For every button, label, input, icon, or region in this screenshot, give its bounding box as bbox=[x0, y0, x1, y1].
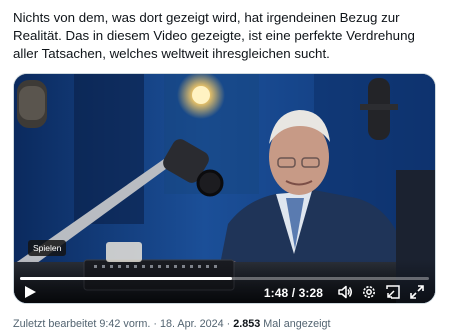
fullscreen-button[interactable] bbox=[409, 284, 425, 300]
settings-button[interactable] bbox=[361, 284, 377, 300]
volume-icon bbox=[338, 285, 352, 299]
play-icon bbox=[25, 286, 36, 298]
picture-in-picture-button[interactable] bbox=[385, 284, 401, 300]
video-player[interactable]: Spielen 1:48 / 3:28 bbox=[13, 73, 436, 304]
tweet-container: Nichts von dem, was dort gezeigt wird, h… bbox=[0, 0, 454, 333]
volume-button[interactable] bbox=[337, 284, 353, 300]
play-button[interactable] bbox=[23, 285, 37, 299]
picture-in-picture-icon bbox=[386, 285, 400, 299]
tweet-meta: Zuletzt bearbeitet 9:42 vorm. · 18. Apr.… bbox=[13, 318, 443, 330]
time-display: 1:48 / 3:28 bbox=[263, 286, 323, 300]
views-count: 2.853 bbox=[233, 318, 261, 330]
progress-bar[interactable] bbox=[20, 277, 429, 280]
edited-timestamp[interactable]: Zuletzt bearbeitet 9:42 vorm. · 18. Apr.… bbox=[13, 318, 233, 330]
views-label: Mal angezeigt bbox=[260, 318, 331, 330]
settings-icon bbox=[363, 286, 375, 298]
video-controls: 1:48 / 3:28 bbox=[14, 259, 435, 303]
progress-fill bbox=[20, 277, 233, 280]
fullscreen-icon bbox=[410, 285, 424, 299]
tweet-text: Nichts von dem, was dort gezeigt wird, h… bbox=[13, 10, 415, 61]
play-tooltip: Spielen bbox=[28, 240, 67, 256]
